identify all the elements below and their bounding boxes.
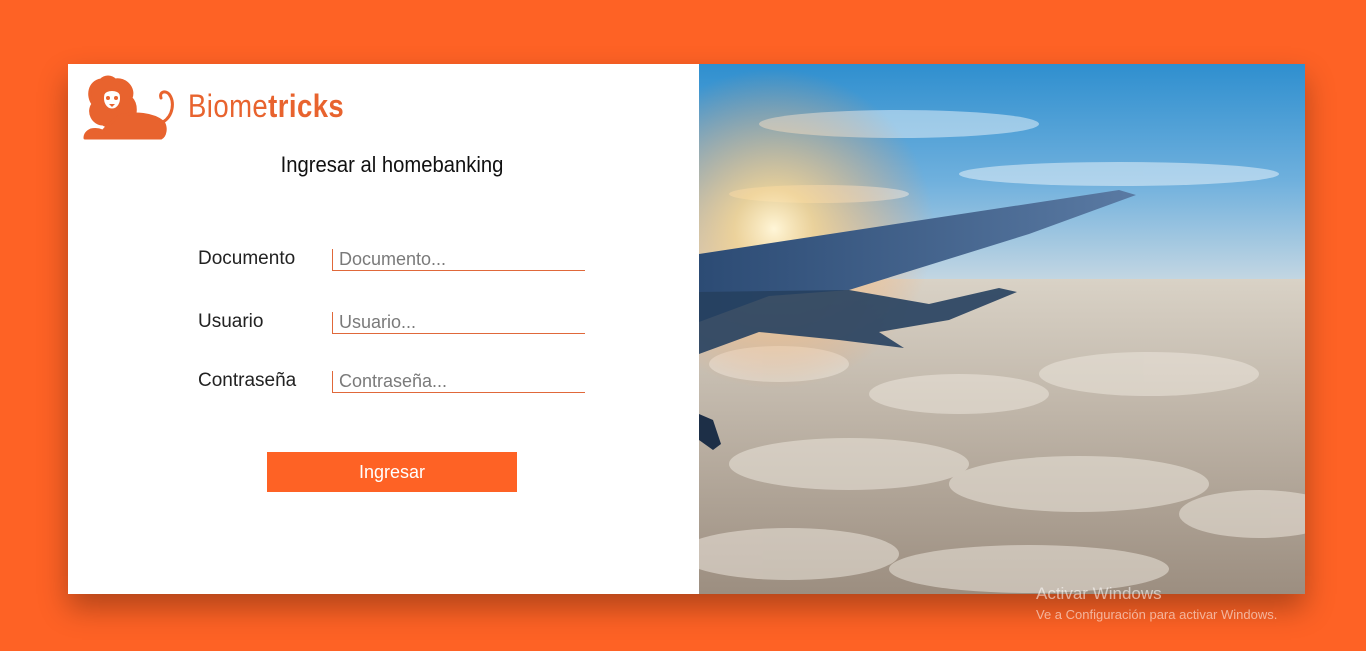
documento-label: Documento: [198, 248, 296, 269]
contrasena-input[interactable]: [332, 371, 585, 393]
brand-name: Biometricks: [188, 88, 344, 125]
usuario-input[interactable]: [332, 312, 585, 334]
usuario-label: Usuario: [198, 311, 264, 332]
airplane-wing-illustration: [699, 64, 1305, 594]
brand-name-bold: tricks: [268, 88, 345, 124]
watermark-title: Activar Windows: [1036, 584, 1162, 603]
windows-activation-watermark: Activar Windows Ve a Configuración para …: [1036, 584, 1277, 626]
watermark-subtitle: Ve a Configuración para activar Windows.: [1036, 607, 1278, 622]
ingresar-button[interactable]: Ingresar: [267, 452, 517, 492]
contrasena-label: Contraseña: [198, 370, 297, 391]
page-title: Ingresar al homebanking: [280, 152, 504, 177]
brand-name-regular: Biome: [188, 88, 269, 124]
hero-image: [699, 64, 1305, 594]
documento-input[interactable]: [332, 249, 585, 271]
login-panel: Biometricks Ingresar al homebanking Docu…: [68, 64, 699, 594]
lion-icon: [83, 75, 174, 140]
login-card: Biometricks Ingresar al homebanking Docu…: [68, 64, 1305, 594]
